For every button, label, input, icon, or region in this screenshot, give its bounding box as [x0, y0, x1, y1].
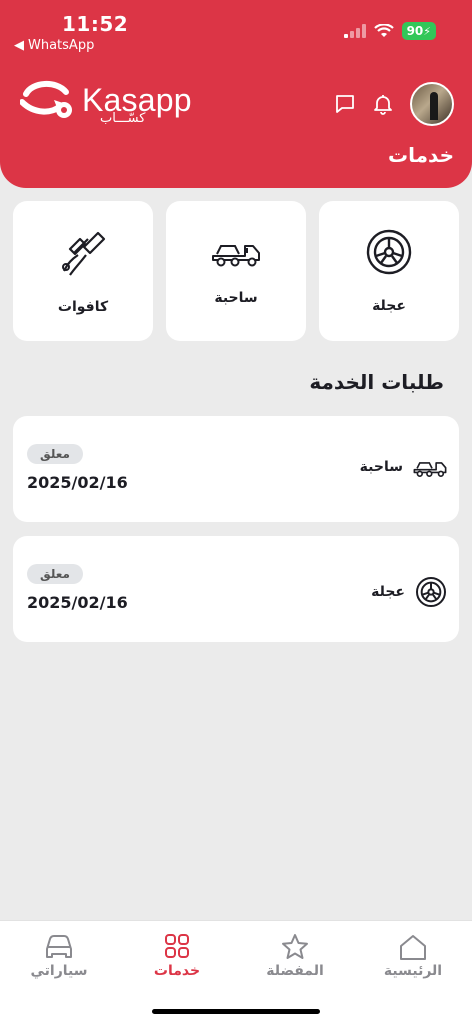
status-icons: 90 ⚡: [343, 22, 436, 40]
home-icon: [400, 935, 426, 960]
wifi-icon: [373, 24, 394, 37]
section-title: طلبات الخدمة: [309, 370, 444, 394]
nav-item-my-cars[interactable]: سياراتي: [0, 921, 118, 1024]
request-date: 2025/02/16: [27, 473, 128, 492]
tow-truck-icon: [212, 245, 260, 267]
avatar[interactable]: [410, 82, 454, 126]
home-indicator: [152, 1009, 320, 1014]
app-header: 11:52 ◀ WhatsApp 90 ⚡ Kasapp كسّـــاب خد…: [0, 0, 472, 188]
nav-label: المفضلة: [266, 963, 324, 979]
status-badge: معلق: [27, 444, 83, 464]
tow-truck-icon: [413, 462, 447, 477]
logo-mark-icon: [20, 81, 72, 118]
header-actions: [334, 82, 454, 126]
requests-list: معلق 2025/02/16 ساحبة معلق 2025/02/16 عج…: [13, 416, 459, 656]
status-badge: معلق: [27, 564, 83, 584]
battery-level: 90: [406, 24, 424, 38]
car-icon: [46, 935, 72, 958]
request-date: 2025/02/16: [27, 593, 128, 612]
grid-icon: [165, 934, 189, 958]
service-card-tow[interactable]: ساحبة: [166, 201, 306, 341]
service-card-tire[interactable]: عجلة: [319, 201, 459, 341]
page-title: خدمات: [388, 143, 454, 167]
status-time: 11:52: [62, 12, 129, 36]
list-item[interactable]: معلق 2025/02/16 عجلة: [13, 536, 459, 642]
back-app-label: WhatsApp: [28, 38, 95, 53]
back-to-app-link[interactable]: ◀ WhatsApp: [14, 38, 94, 53]
jumper-cables-icon: [62, 231, 106, 276]
charging-bolt-icon: ⚡: [423, 24, 431, 38]
bell-icon[interactable]: [372, 93, 394, 115]
service-label: عجلة: [372, 298, 406, 314]
back-triangle-icon: ◀: [14, 38, 24, 53]
chat-icon[interactable]: [334, 93, 356, 115]
nav-label: سياراتي: [30, 963, 88, 979]
star-icon: [282, 934, 308, 959]
request-type: ساحبة: [360, 456, 447, 478]
nav-label: خدمات: [153, 963, 201, 979]
nav-label: الرئيسية: [383, 963, 443, 979]
service-card-jumper[interactable]: كافوات: [13, 201, 153, 341]
tire-icon: [366, 229, 412, 275]
service-label: كافوات: [57, 299, 109, 315]
status-bar: 11:52 ◀ WhatsApp 90 ⚡: [0, 0, 472, 60]
services-grid: عجلة ساحبة كافوات: [13, 201, 459, 341]
battery-indicator: 90 ⚡: [401, 22, 436, 40]
service-label: ساحبة: [214, 290, 258, 306]
nav-item-home[interactable]: الرئيسية: [354, 921, 472, 1024]
request-type: عجلة: [371, 576, 447, 608]
request-type-label: عجلة: [371, 584, 405, 600]
brand-name-arabic: كسّـــاب: [100, 111, 146, 126]
tire-icon: [416, 577, 446, 607]
signal-icon: [343, 24, 366, 38]
list-item[interactable]: معلق 2025/02/16 ساحبة: [13, 416, 459, 522]
request-type-label: ساحبة: [359, 459, 403, 475]
